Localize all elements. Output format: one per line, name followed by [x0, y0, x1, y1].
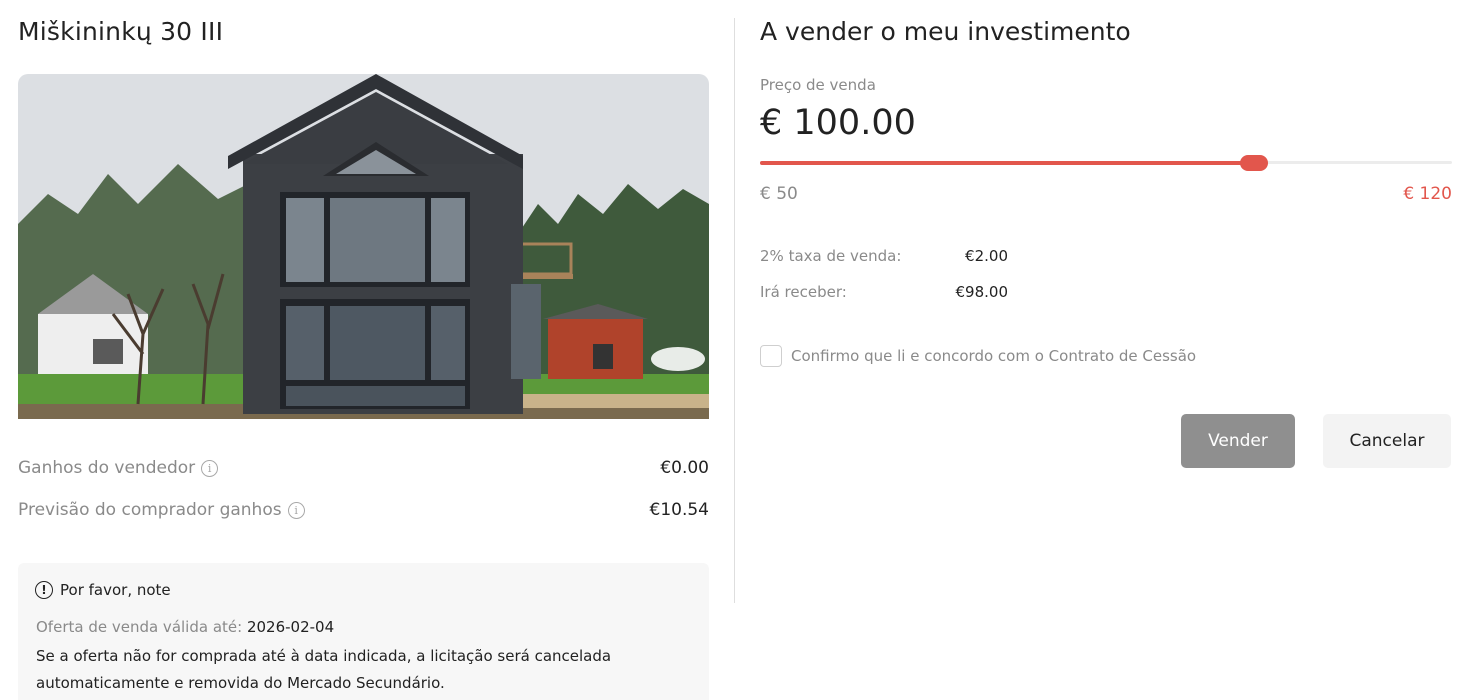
- cancel-button[interactable]: Cancelar: [1323, 414, 1451, 468]
- panel-divider: [734, 18, 735, 603]
- note-box: ! Por favor, note Oferta de venda válida…: [18, 563, 709, 700]
- seller-earnings-value: €0.00: [660, 458, 709, 478]
- property-panel: Miškininkų 30 III Ganhos do vendedor i €…: [18, 0, 709, 700]
- offer-valid-date: 2026-02-04: [246, 618, 335, 636]
- buyer-forecast-row: Previsão do comprador ganhos i €10.54: [18, 500, 709, 524]
- exclamation-circle-icon: !: [35, 581, 53, 599]
- receive-row: Irá receber: €98.00: [760, 283, 1008, 305]
- confirm-checkbox[interactable]: [760, 345, 782, 367]
- confirm-agreement[interactable]: Confirmo que li e concordo com o Contrat…: [760, 345, 1196, 367]
- slider-min-label: € 50: [760, 184, 798, 204]
- note-text: Se a oferta não for comprada até à data …: [36, 647, 612, 692]
- buyer-forecast-label: Previsão do comprador ganhos: [18, 500, 282, 520]
- buyer-forecast-value: €10.54: [649, 500, 709, 520]
- sell-title: A vender o meu investimento: [760, 17, 1131, 46]
- offer-valid-until: Oferta de venda válida até: 2026-02-04: [36, 618, 334, 636]
- seller-earnings-label: Ganhos do vendedor: [18, 458, 196, 478]
- property-title: Miškininkų 30 III: [18, 17, 224, 46]
- fee-label: 2% taxa de venda:: [760, 247, 902, 265]
- price-slider[interactable]: [760, 150, 1452, 178]
- slider-thumb[interactable]: [1240, 155, 1268, 171]
- slider-max-label: € 120: [1403, 184, 1452, 204]
- info-icon[interactable]: i: [287, 501, 305, 519]
- note-heading: ! Por favor, note: [35, 581, 171, 599]
- fee-value: €2.00: [965, 247, 1008, 265]
- slider-fill: [760, 161, 1254, 165]
- sell-panel: A vender o meu investimento Preço de ven…: [760, 0, 1452, 700]
- note-heading-text: Por favor, note: [60, 581, 171, 599]
- sale-price-label: Preço de venda: [760, 76, 876, 94]
- sell-button[interactable]: Vender: [1181, 414, 1295, 468]
- receive-label: Irá receber:: [760, 283, 847, 301]
- receive-value: €98.00: [955, 283, 1009, 301]
- info-icon[interactable]: i: [201, 459, 219, 477]
- offer-valid-label: Oferta de venda válida até:: [36, 618, 243, 636]
- confirm-label: Confirmo que li e concordo com o Contrat…: [791, 347, 1197, 365]
- sale-price-value: € 100.00: [760, 103, 916, 143]
- seller-earnings-row: Ganhos do vendedor i €0.00: [18, 458, 709, 482]
- property-photo: [18, 74, 709, 419]
- fee-row: 2% taxa de venda: €2.00: [760, 247, 1008, 269]
